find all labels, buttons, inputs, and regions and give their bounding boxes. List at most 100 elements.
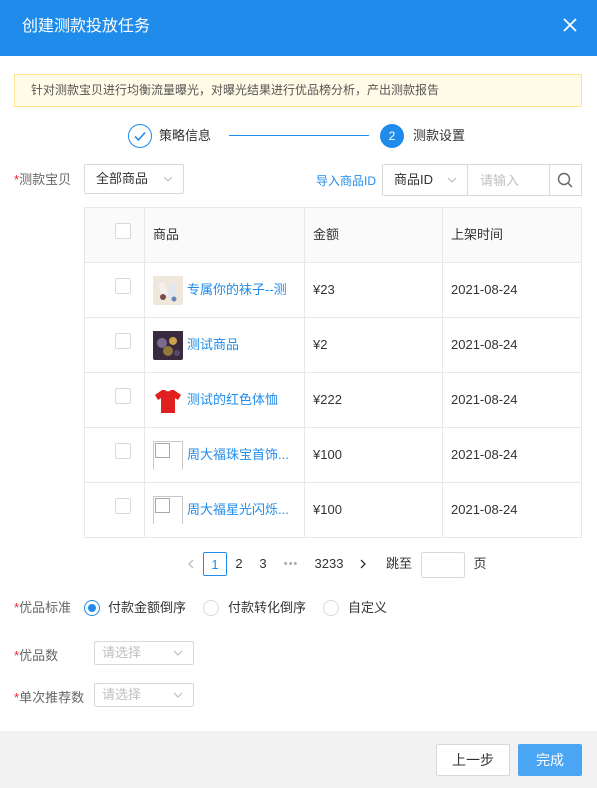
socks-thumbnail — [153, 275, 183, 305]
jump-label: 跳至 — [385, 556, 412, 571]
chevron-down-icon — [173, 692, 183, 698]
table-row: 测试的红色体恤 ¥222 2021-08-24 — [85, 373, 581, 428]
page-1[interactable]: 1 — [203, 552, 227, 576]
goods-cell: 测试的红色体恤 — [145, 373, 305, 427]
amount-cell: ¥100 — [305, 483, 443, 537]
select-all-checkbox[interactable] — [115, 223, 131, 239]
column-header: 金额 — [305, 208, 443, 262]
row-check-cell — [85, 428, 145, 482]
goods-cell: 测试商品 — [145, 318, 305, 372]
check-icon — [134, 131, 146, 142]
dialog-title: 创建测款投放任务 — [22, 18, 151, 35]
radio-custom[interactable] — [323, 600, 339, 616]
goods-name-link[interactable]: 测试商品 — [187, 318, 301, 372]
column-header: 商品 — [145, 208, 305, 262]
table-row: 周大福星光闪烁... ¥100 2021-08-24 — [85, 483, 581, 538]
prev-page-icon[interactable] — [184, 552, 198, 576]
column-header: 上架时间 — [451, 227, 504, 242]
quality-standard-label: *优品标准 — [14, 600, 71, 616]
radio-conversion-desc[interactable] — [203, 600, 219, 616]
import-id-link[interactable]: 导入商品ID — [316, 172, 376, 189]
header-check-cell — [85, 208, 145, 262]
date-cell: 2021-08-24 — [451, 392, 518, 407]
field-select-value: 商品ID — [394, 172, 434, 187]
product-table: 商品 金额 上架时间 专属你的袜子--测 ¥23 2021-08-24 测试商品… — [84, 207, 582, 538]
row-check-cell — [85, 318, 145, 372]
amount-cell: ¥222 — [305, 373, 443, 427]
table-row: 周大福珠宝首饰... ¥100 2021-08-24 — [85, 428, 581, 483]
row-check-cell — [85, 263, 145, 317]
amount-cell: ¥23 — [305, 263, 443, 317]
goods-name-link[interactable]: 测试的红色体恤 — [187, 373, 301, 427]
photo-thumbnail — [153, 330, 183, 360]
search-button[interactable] — [549, 164, 582, 196]
table-row: 测试商品 ¥2 2021-08-24 — [85, 318, 581, 373]
step-1-label: 策略信息 — [159, 128, 212, 143]
amount-cell: ¥100 — [305, 428, 443, 482]
quality-count-placeholder: 请选择 — [102, 645, 142, 660]
row-checkbox[interactable] — [115, 388, 131, 404]
radio-amount-desc[interactable] — [84, 600, 100, 616]
quality-count-label: *优品数 — [14, 648, 58, 664]
steps-bar: 策略信息 2 测款设置 — [0, 120, 597, 152]
jump-page-input[interactable] — [421, 552, 465, 578]
broken-image-thumbnail — [153, 440, 183, 470]
radio-amount-desc-label[interactable]: 付款金额倒序 — [108, 600, 186, 616]
single-recommend-select[interactable]: 请选择 — [94, 683, 194, 707]
chevron-down-icon — [163, 176, 173, 182]
field-select[interactable]: 商品ID — [382, 164, 468, 196]
goods-name-link[interactable]: 专属你的袜子--测 — [187, 263, 301, 317]
goods-name-link[interactable]: 周大福珠宝首饰... — [187, 428, 301, 482]
row-check-cell — [85, 373, 145, 427]
scope-select-value: 全部商品 — [96, 171, 149, 186]
radio-conversion-desc-label[interactable]: 付款转化倒序 — [228, 600, 306, 616]
date-cell: 2021-08-24 — [451, 447, 518, 462]
page-ellipsis[interactable]: ••• — [279, 552, 303, 576]
page-unit-label: 页 — [473, 556, 487, 571]
search-icon — [557, 172, 573, 188]
chevron-down-icon — [173, 650, 183, 656]
pagination: 1 2 3 ••• 3233 跳至 页 — [0, 552, 597, 578]
row-checkbox[interactable] — [115, 498, 131, 514]
single-recommend-label: *单次推荐数 — [14, 690, 84, 706]
row-checkbox[interactable] — [115, 443, 131, 459]
prev-step-button[interactable]: 上一步 — [436, 744, 510, 776]
table-header-row: 商品 金额 上架时间 — [85, 208, 581, 263]
goods-cell: 周大福星光闪烁... — [145, 483, 305, 537]
broken-image-thumbnail — [153, 495, 183, 525]
row-checkbox[interactable] — [115, 333, 131, 349]
goods-name-link[interactable]: 周大福星光闪烁... — [187, 483, 301, 537]
single-recommend-placeholder: 请选择 — [102, 687, 142, 702]
quality-standard-label-text: 优品标准 — [19, 600, 72, 615]
step-2-number: 2 — [380, 124, 404, 148]
row-checkbox[interactable] — [115, 278, 131, 294]
page-last[interactable]: 3233 — [311, 552, 347, 576]
product-label: *测款宝贝 — [14, 172, 71, 188]
page-3[interactable]: 3 — [255, 552, 271, 576]
amount-cell: ¥2 — [305, 318, 443, 372]
page-2[interactable]: 2 — [231, 552, 247, 576]
done-button[interactable]: 完成 — [518, 744, 582, 776]
table-row: 专属你的袜子--测 ¥23 2021-08-24 — [85, 263, 581, 318]
notice-banner: 针对测款宝贝进行均衡流量曝光，对曝光结果进行优品榜分析，产出测款报告 — [14, 74, 582, 107]
date-cell: 2021-08-24 — [451, 502, 518, 517]
single-recommend-label-text: 单次推荐数 — [19, 690, 85, 705]
step-connector — [229, 135, 369, 136]
search-input[interactable] — [467, 164, 551, 196]
step-done-icon — [128, 124, 152, 148]
quality-count-select[interactable]: 请选择 — [94, 641, 194, 665]
step-2-label: 测款设置 — [413, 128, 466, 143]
radio-custom-label[interactable]: 自定义 — [348, 600, 387, 616]
goods-cell: 专属你的袜子--测 — [145, 263, 305, 317]
red-tshirt-thumbnail — [153, 385, 183, 415]
quality-count-label-text: 优品数 — [19, 648, 59, 663]
row-check-cell — [85, 483, 145, 537]
product-label-text: 测款宝贝 — [19, 172, 72, 187]
scope-select[interactable]: 全部商品 — [84, 164, 184, 194]
dialog-header: 创建测款投放任务 — [0, 0, 597, 56]
date-cell: 2021-08-24 — [451, 282, 518, 297]
chevron-down-icon — [447, 177, 457, 183]
goods-cell: 周大福珠宝首饰... — [145, 428, 305, 482]
close-icon[interactable] — [561, 16, 579, 34]
next-page-icon[interactable] — [356, 552, 370, 576]
